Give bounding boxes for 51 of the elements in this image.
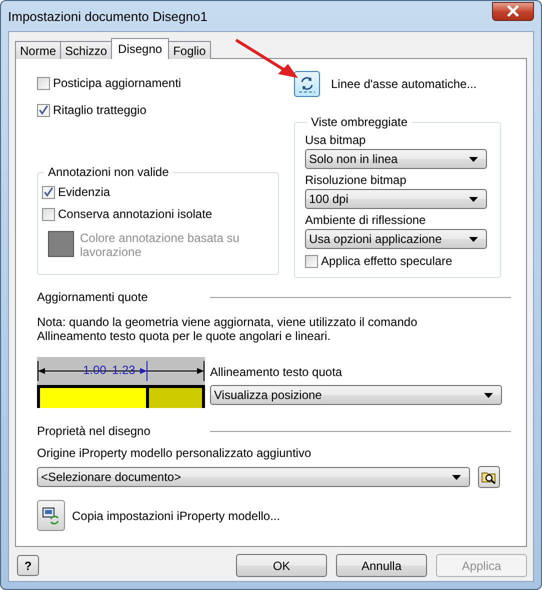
field-label: Ambiente di riflessione xyxy=(305,213,427,227)
dialog-button[interactable]: OK xyxy=(236,554,327,577)
close-icon xyxy=(506,5,520,17)
help-button[interactable]: ? xyxy=(17,555,39,576)
part-bar xyxy=(149,388,202,408)
folder-search-icon xyxy=(481,470,497,484)
refresh-icon xyxy=(298,75,316,93)
group-title: Viste ombreggiate xyxy=(310,115,409,129)
dropdown[interactable]: <Selezionare documento> xyxy=(37,467,470,487)
tab[interactable]: Foglio xyxy=(168,41,211,59)
checkbox-label: Posticipa aggiornamenti xyxy=(53,76,182,90)
field-label: Allineamento testo quota xyxy=(210,365,344,379)
checkbox-label: Applica effetto speculare xyxy=(321,254,452,268)
close-button[interactable] xyxy=(492,2,534,20)
dropdown[interactable]: 100 dpi xyxy=(305,189,487,209)
color-label: Colore annotazione basata su lavorazione xyxy=(80,231,240,259)
browse-button[interactable] xyxy=(478,466,500,488)
checkbox[interactable] xyxy=(305,254,318,268)
checkbox-label: Conserva annotazioni isolate xyxy=(58,207,212,221)
checkbox-label: Evidenzia xyxy=(58,185,110,199)
centerline-button[interactable] xyxy=(294,71,320,97)
dropdown[interactable]: Usa opzioni applicazione xyxy=(305,229,487,249)
dropdown[interactable]: Solo non in linea xyxy=(305,149,487,169)
tab[interactable]: Schizzo xyxy=(60,41,112,59)
caret-icon xyxy=(452,474,461,480)
dropdown[interactable]: Visualizza posizione xyxy=(210,385,502,405)
caret-icon xyxy=(484,392,493,398)
field-label: Usa bitmap xyxy=(305,133,367,147)
checkbox[interactable] xyxy=(37,104,50,116)
field-label: Origine iProperty modello personalizzato aggiuntivo xyxy=(37,446,312,460)
field-label: Risoluzione bitmap xyxy=(305,173,408,187)
caret-icon xyxy=(469,236,478,242)
copy-settings-button[interactable] xyxy=(37,500,65,531)
caret-icon xyxy=(469,156,478,162)
tab[interactable]: Disegno xyxy=(111,38,170,59)
group-title: Annotazioni non valide xyxy=(47,165,170,179)
checkbox-label: Ritaglio tratteggio xyxy=(53,103,146,117)
checkbox[interactable] xyxy=(42,208,55,220)
caret-icon xyxy=(469,196,478,202)
checkbox[interactable] xyxy=(42,186,55,198)
window-title: Impostazioni documento Disegno1 xyxy=(8,8,208,24)
section-title: Proprietà nel disegno xyxy=(37,424,152,438)
button-caption: Copia impostazioni iProperty modello... xyxy=(72,508,280,522)
tab[interactable]: Norme xyxy=(15,41,62,59)
button-caption: Linee d'asse automatiche... xyxy=(331,77,477,91)
annotation-arrow xyxy=(234,38,300,80)
checkbox[interactable] xyxy=(37,76,50,90)
note-text: Nota: quando la geometria viene aggiornata, viene utilizzato il comando Allineamento testo quota per le quote angolari e lineari. xyxy=(37,315,418,343)
dialog-button[interactable]: Annulla xyxy=(336,554,427,577)
copy-settings-icon xyxy=(42,506,60,524)
section-title: Aggiornamenti quote xyxy=(37,290,149,304)
